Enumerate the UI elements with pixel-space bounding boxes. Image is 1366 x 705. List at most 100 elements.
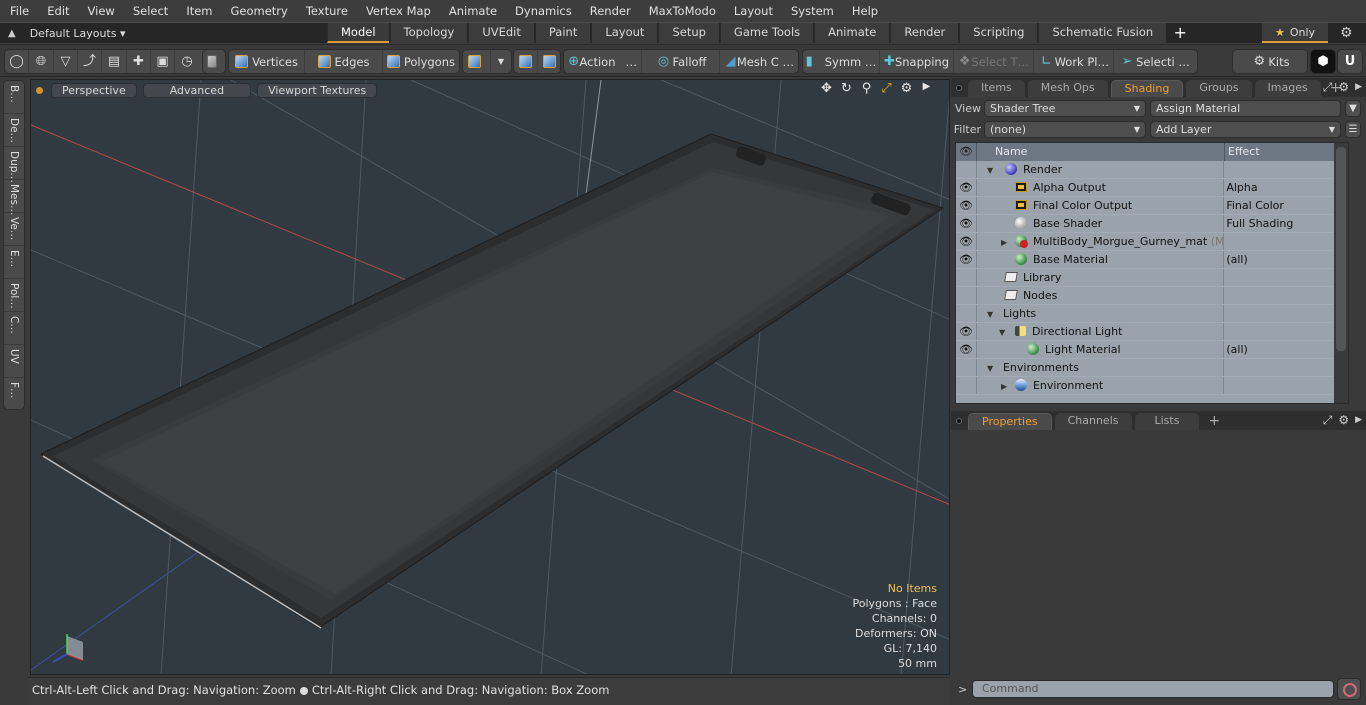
tab-model[interactable]: Model — [327, 23, 389, 43]
material-mode-dropdown[interactable]: ▼ — [491, 50, 511, 73]
layout-up-arrow-icon[interactable]: ▲ — [8, 28, 16, 39]
tree-row-base-shader[interactable]: 👁︎ Base Shader Full Shading▼ — [956, 215, 1348, 233]
tree-row-multibody-material[interactable]: 👁︎ ▶ MultiBody_Morgue_Gurney_mat (Ma… ▼ — [956, 233, 1348, 251]
tab-topology[interactable]: Topology — [389, 23, 468, 43]
tab-setup[interactable]: Setup — [658, 23, 719, 43]
tree-row-lights[interactable]: ▼ Lights — [956, 305, 1348, 323]
tree-row-nodes[interactable]: Nodes — [956, 287, 1348, 305]
material-mode-button[interactable] — [463, 50, 491, 73]
snapping-button[interactable]: ✚ Snapping — [880, 50, 954, 73]
unreal-button[interactable]: U — [1338, 50, 1362, 73]
expand-triangle-icon[interactable]: ▼ — [987, 162, 997, 178]
menu-texture[interactable]: Texture — [296, 0, 356, 22]
tree-row-alpha-output[interactable]: 👁︎ Alpha Output Alpha▼ — [956, 179, 1348, 197]
name-column-header[interactable]: Name — [977, 143, 1225, 161]
effect-dropdown[interactable]: Alpha▼ — [1224, 179, 1348, 196]
tab-groups[interactable]: Groups — [1186, 80, 1252, 97]
effect-dropdown[interactable]: (all)▼ — [1224, 341, 1348, 358]
mesh-constraint-button[interactable]: ◢ Mesh C … — [720, 50, 798, 73]
perspective-button[interactable]: Perspective — [51, 82, 137, 98]
tree-row-render[interactable]: ▼ Render — [956, 161, 1348, 179]
zoom-icon[interactable]: ⚲ — [858, 81, 875, 96]
tab-schematic-fusion[interactable]: Schematic Fusion — [1038, 23, 1167, 43]
left-tool-duplicate[interactable]: Dup… — [4, 147, 24, 183]
globe-button[interactable]: 🌐︎ — [29, 50, 54, 73]
tab-render[interactable]: Render — [890, 23, 959, 43]
transform-gizmo-button[interactable] — [514, 50, 538, 73]
eye-icon[interactable]: 👁︎ — [956, 215, 977, 232]
pan-icon[interactable]: ✥ — [818, 81, 835, 96]
select-through-button[interactable]: ❖ Select T… — [954, 50, 1034, 73]
menu-view[interactable]: View — [78, 0, 123, 22]
tree-row-library[interactable]: Library — [956, 269, 1348, 287]
align-button[interactable]: ▤ — [102, 50, 127, 73]
filter-funnel-button[interactable]: ▼ — [1345, 100, 1361, 117]
left-tool-curve[interactable]: C… — [4, 312, 24, 345]
visibility-column-icon[interactable]: 👁︎ — [956, 143, 977, 161]
menu-file[interactable]: File — [0, 0, 37, 22]
tab-lists[interactable]: Lists — [1134, 413, 1200, 430]
polygons-button[interactable]: Polygons — [383, 50, 459, 73]
menu-dynamics[interactable]: Dynamics — [505, 0, 580, 22]
menu-animate[interactable]: Animate — [439, 0, 505, 22]
sphere-select-button[interactable]: ◯ — [5, 50, 29, 73]
eye-icon[interactable]: 👁︎ — [956, 251, 977, 268]
tree-row-final-color-output[interactable]: 👁︎ Final Color Output Final Color▼ — [956, 197, 1348, 215]
tab-game-tools[interactable]: Game Tools — [719, 23, 814, 43]
tree-row-directional-light[interactable]: 👁︎ ▼ Directional Light — [956, 323, 1348, 341]
layer-options-button[interactable]: ☰ — [1345, 121, 1361, 138]
tree-row-base-material[interactable]: 👁︎ Base Material (all)▼ — [956, 251, 1348, 269]
viewport-status-dot[interactable] — [36, 86, 43, 94]
menu-select[interactable]: Select — [123, 0, 176, 22]
tab-properties[interactable]: Properties — [968, 413, 1052, 430]
default-layouts-dropdown[interactable]: Default Layouts ▾ — [30, 27, 126, 40]
menu-vertex-map[interactable]: Vertex Map — [356, 0, 439, 22]
viewport-settings-icon[interactable]: ⚙ — [898, 81, 915, 96]
effect-dropdown[interactable]: ▼ — [1224, 233, 1348, 250]
action-center-button[interactable]: ⊕ Action… — [564, 50, 642, 73]
shader-tree-scrollbar[interactable] — [1334, 143, 1348, 403]
unity-button[interactable]: ⬢ — [1311, 50, 1335, 73]
effect-column-header[interactable]: Effect — [1225, 143, 1260, 161]
vertices-button[interactable]: Vertices — [229, 50, 305, 73]
panel-gear-icon[interactable]: ⚙ — [1338, 413, 1349, 428]
dial-button[interactable]: ◷ — [175, 50, 199, 73]
effect-dropdown[interactable]: (all)▼ — [1224, 251, 1348, 268]
tab-animate[interactable]: Animate — [814, 23, 890, 43]
eye-icon[interactable]: 👁︎ — [956, 233, 977, 250]
eye-icon[interactable]: 👁︎ — [956, 323, 977, 340]
tab-paint[interactable]: Paint — [534, 23, 591, 43]
menu-render[interactable]: Render — [580, 0, 639, 22]
menu-layout[interactable]: Layout — [724, 0, 781, 22]
effect-dropdown[interactable]: Final Color▼ — [1224, 197, 1348, 214]
tab-uvedit[interactable]: UVEdit — [468, 23, 534, 43]
eye-icon[interactable]: 👁︎ — [956, 341, 977, 358]
path-tool-button[interactable]: ⤴ — [78, 50, 102, 73]
menu-system[interactable]: System — [781, 0, 842, 22]
add-panel-tab-button[interactable]: + — [1202, 413, 1226, 430]
scrollbar-thumb[interactable] — [1336, 147, 1346, 351]
left-tool-vertex[interactable]: Ve… — [4, 213, 24, 246]
menu-edit[interactable]: Edit — [37, 0, 77, 22]
tab-channels[interactable]: Channels — [1054, 413, 1132, 430]
frame-button[interactable]: ▣ — [151, 50, 175, 73]
edges-button[interactable]: Edges — [305, 50, 383, 73]
tab-scripting[interactable]: Scripting — [959, 23, 1038, 43]
left-tool-delete[interactable]: De… — [4, 114, 24, 147]
tab-items[interactable]: Items — [968, 80, 1025, 97]
panel-arrow-icon[interactable]: ▶ — [1355, 413, 1362, 428]
work-plane-button[interactable]: ∟ Work Pl… — [1034, 50, 1114, 73]
symmetry-button[interactable]: ▮ Symm … — [803, 50, 880, 73]
item-mode-button[interactable] — [203, 50, 225, 73]
rotate-icon[interactable]: ↻ — [838, 81, 855, 96]
maximize-panel-icon[interactable]: ⤢ — [1323, 80, 1333, 95]
expand-triangle-icon[interactable]: ▶ — [1001, 234, 1011, 250]
panel-arrow-icon[interactable]: ▶ — [1355, 80, 1362, 95]
view-dropdown[interactable]: Shader Tree ▼ — [984, 100, 1146, 117]
panel-menu-dot[interactable] — [956, 418, 962, 424]
panel-menu-dot[interactable] — [956, 85, 962, 91]
tree-row-environment[interactable]: ▶ Environment — [956, 377, 1348, 395]
left-tool-edge[interactable]: E… — [4, 246, 24, 279]
assign-material-button[interactable]: Assign Material — [1150, 100, 1341, 117]
tree-row-light-material[interactable]: 👁︎ Light Material (all)▼ — [956, 341, 1348, 359]
